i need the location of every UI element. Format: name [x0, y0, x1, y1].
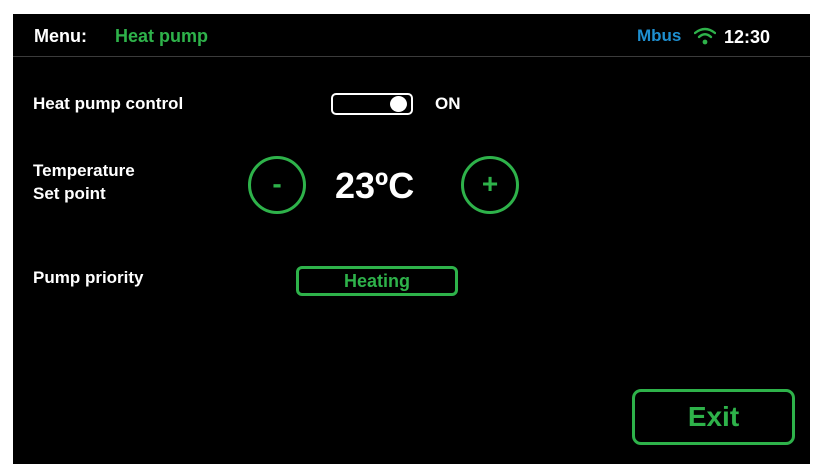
menu-title: Heat pump [115, 26, 209, 46]
heat-pump-toggle[interactable] [331, 93, 413, 115]
top-bar: Menu: Heat pump Mbus 12:30 [13, 14, 810, 57]
temperature-value: 23ºC [335, 165, 415, 206]
menu-label: Menu: [34, 26, 87, 46]
temperature-label-line1: Temperature [33, 161, 135, 180]
clock: 12:30 [724, 27, 771, 47]
increase-temperature-button[interactable]: + [461, 156, 519, 214]
exit-button[interactable]: Exit [632, 389, 795, 445]
decrease-temperature-button[interactable]: - [248, 156, 306, 214]
toggle-state-label: ON [435, 94, 461, 113]
wifi-icon [693, 26, 717, 46]
heat-pump-control-label: Heat pump control [33, 94, 184, 113]
pump-priority-button[interactable]: Heating [296, 266, 458, 296]
toggle-knob [390, 96, 407, 112]
temperature-label-line2: Set point [33, 184, 106, 203]
hmi-screen: Menu: Heat pump Mbus 12:30 Heat pump con… [13, 14, 810, 464]
pump-priority-label: Pump priority [33, 268, 144, 287]
bus-status-label: Mbus [637, 26, 682, 45]
temperature-setpoint-label: Temperature Set point [33, 159, 135, 205]
